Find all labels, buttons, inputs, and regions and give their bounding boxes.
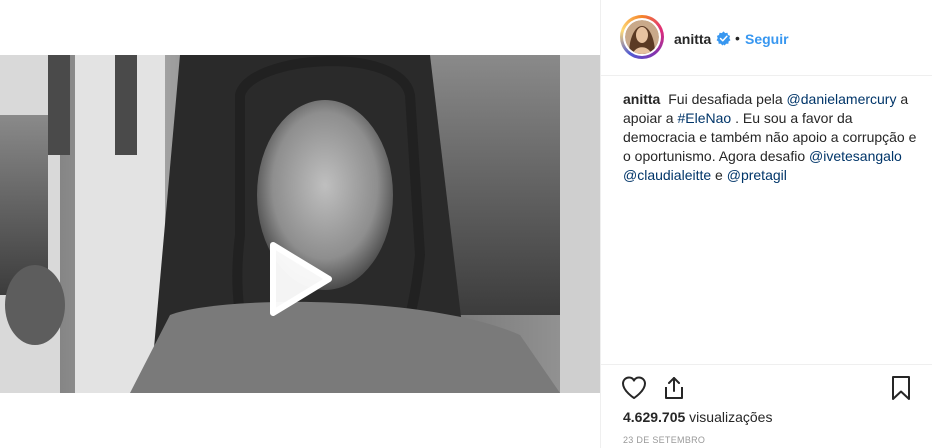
post-date[interactable]: 23 de setembro <box>623 435 705 445</box>
heart-icon[interactable] <box>621 375 647 401</box>
hashtag-link[interactable]: #EleNao <box>677 110 731 126</box>
view-count: 4.629.705 visualizações <box>623 409 772 425</box>
share-icon[interactable] <box>661 375 687 401</box>
avatar-inner <box>623 18 661 56</box>
avatar[interactable] <box>620 15 664 59</box>
post-sidebar: anitta • Seguir anitta Fui desafiada pel… <box>600 0 932 448</box>
mention-link[interactable]: @danielamercury <box>787 91 897 107</box>
mention-link[interactable]: @ivetesangalo <box>809 148 902 164</box>
post-caption: anitta Fui desafiada pela @danielamercur… <box>623 90 921 185</box>
caption-username[interactable]: anitta <box>623 91 660 107</box>
post-media-area <box>0 0 600 448</box>
action-bar <box>601 364 932 404</box>
play-icon[interactable] <box>267 241 333 317</box>
header-separator: • <box>735 30 740 46</box>
follow-button[interactable]: Seguir <box>745 31 789 47</box>
mention-link[interactable]: @claudialeitte <box>623 167 711 183</box>
verified-badge-icon <box>716 31 731 46</box>
bookmark-icon[interactable] <box>888 375 914 401</box>
view-count-number: 4.629.705 <box>623 409 686 425</box>
avatar-photo <box>625 20 659 54</box>
view-count-label: visualizações <box>685 409 773 425</box>
author-username[interactable]: anitta <box>674 31 711 47</box>
mention-link[interactable]: @pretagil <box>727 167 787 183</box>
caption-text: Fui desafiada pela <box>664 91 787 107</box>
caption-text: e <box>711 167 727 183</box>
post-header: anitta • Seguir <box>601 0 932 76</box>
video-frame <box>0 55 600 393</box>
video-player[interactable] <box>0 55 600 393</box>
